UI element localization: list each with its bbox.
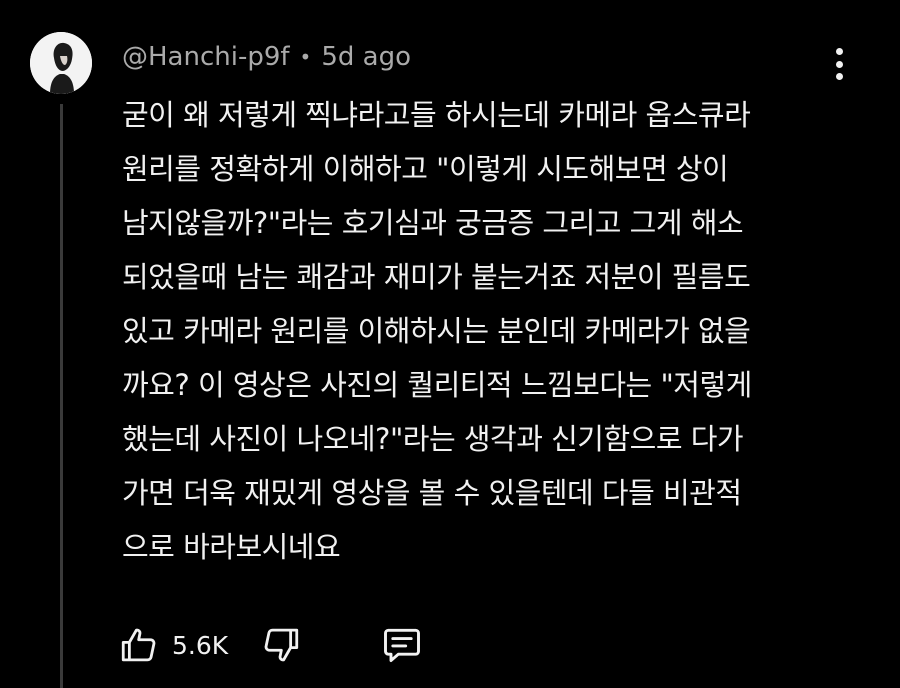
separator-dot: •	[299, 45, 312, 69]
comment-actions: 5.6K	[118, 618, 424, 672]
comment-line: 굳이 왜 저렇게 찍냐라고들 하시는데 카메라 옵스큐라	[122, 98, 751, 132]
thumbs-up-icon	[121, 628, 156, 662]
thread-line	[60, 104, 63, 688]
comment-line: 있고 카메라 원리를 이해하시는 분인데 카메라가 없을	[122, 314, 751, 348]
comment-line: 원리를 정확하게 이해하고 "이렇게 시도해보면 상이	[122, 152, 729, 186]
comment-line: 까요? 이 영상은 사진의 퀄리티적 느낌보다는 "저렇게	[122, 368, 752, 402]
comment-line: 되었을때 남는 쾌감과 재미가 붙는거죠 저분이 필름도	[122, 260, 751, 294]
more-vertical-icon-dot	[835, 73, 843, 80]
avatar-image	[30, 32, 92, 94]
reply-button[interactable]	[380, 623, 424, 667]
avatar[interactable]	[30, 32, 92, 94]
timestamp[interactable]: 5d ago	[321, 42, 411, 72]
more-options-button[interactable]	[826, 44, 852, 84]
like-button[interactable]: 5.6K	[118, 624, 228, 666]
like-count: 5.6K	[172, 630, 229, 660]
more-vertical-icon-dot	[835, 48, 843, 55]
author-name[interactable]: @Hanchi-p9f	[122, 42, 290, 72]
comment-text: 굳이 왜 저렇게 찍냐라고들 하시는데 카메라 옵스큐라 원리를 정확하게 이해…	[122, 88, 842, 574]
comment-reply-icon	[384, 628, 421, 663]
more-vertical-icon-dot	[835, 60, 843, 68]
comment-line: 으로 바라보시네요	[122, 530, 341, 564]
thumbs-down-icon	[264, 628, 299, 662]
dislike-button[interactable]	[260, 624, 302, 666]
comment-line: 했는데 사진이 나오네?"라는 생각과 신기함으로 다가	[122, 422, 744, 456]
comment-line: 남지않을까?"라는 호기심과 궁금증 그리고 그게 해소	[122, 206, 744, 240]
comment-header: @Hanchi-p9f • 5d ago	[122, 40, 411, 74]
comment-line: 가면 더욱 재밌게 영상을 볼 수 있을텐데 다들 비관적	[122, 476, 742, 510]
